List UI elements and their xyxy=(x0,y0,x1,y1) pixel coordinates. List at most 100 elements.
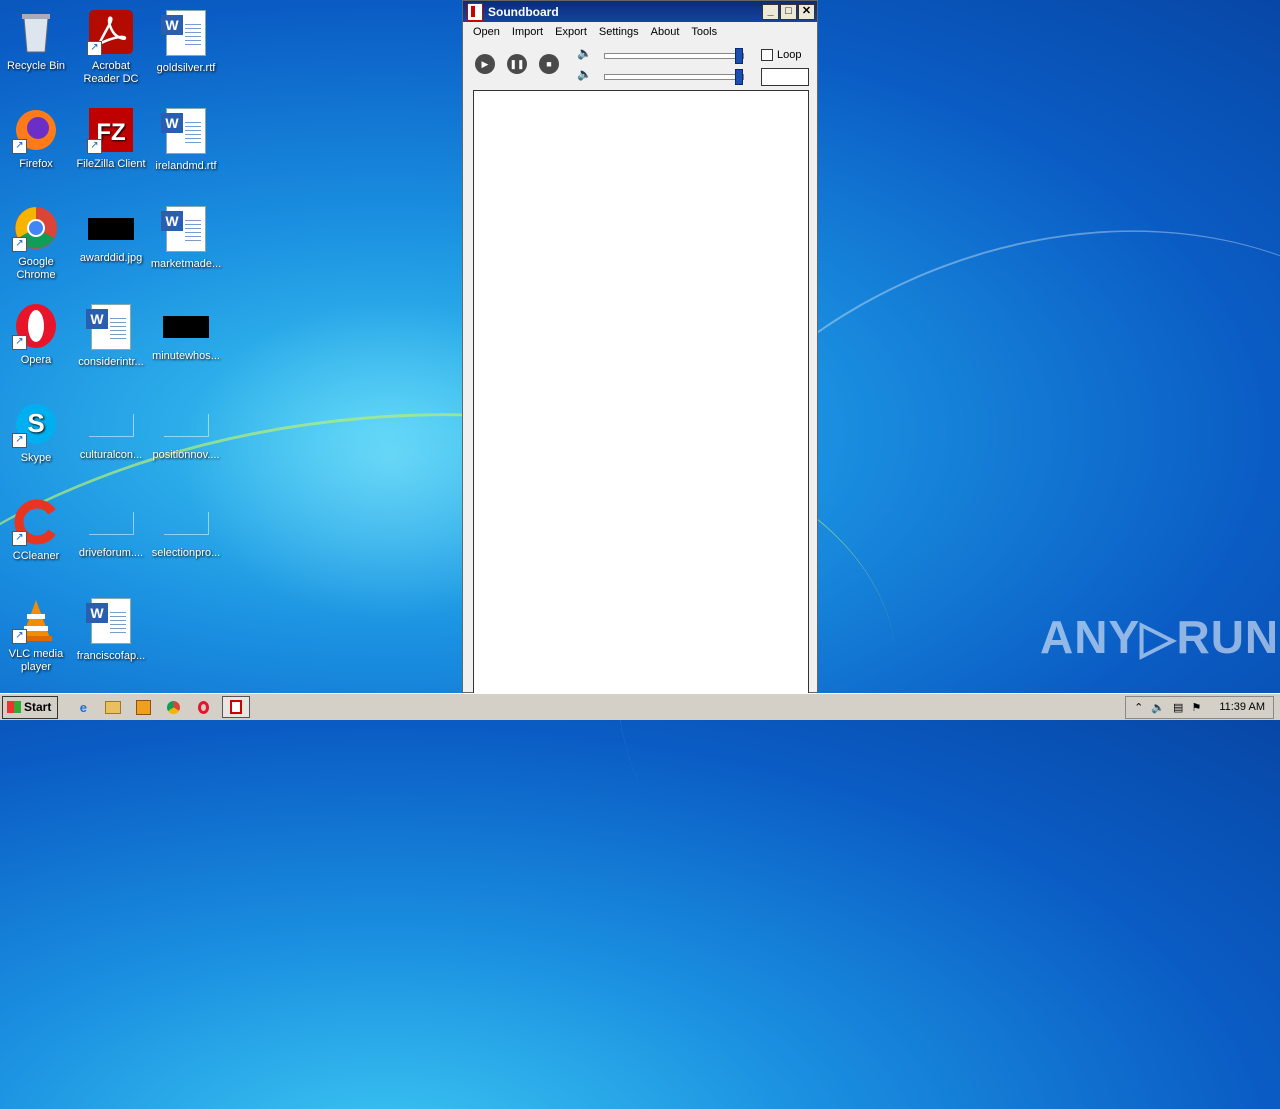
system-tray: ⌃ 🔈 ▤ ⚑ 11:39 AM xyxy=(1125,695,1274,719)
desktop-icon-positionnov[interactable]: positionnov.... xyxy=(148,400,224,462)
filezilla-icon: FZ ↗ xyxy=(87,106,135,154)
menu-settings[interactable]: Settings xyxy=(593,26,645,38)
vlc-cone-icon: ↗ xyxy=(12,596,60,644)
acrobat-icon: ↗ xyxy=(87,8,135,56)
shortcut-arrow-icon: ↗ xyxy=(12,139,27,154)
shortcut-arrow-icon: ↗ xyxy=(12,335,27,350)
word-document-icon: W xyxy=(86,304,135,352)
action-center-flag-icon[interactable]: ⚑ xyxy=(1191,701,1201,714)
desktop-icon-franciscofap[interactable]: W franciscofap... xyxy=(73,596,149,663)
chrome-taskbar-icon[interactable] xyxy=(162,697,184,717)
desktop-icon-filezilla[interactable]: FZ ↗ FileZilla Client xyxy=(73,106,149,171)
desktop-icon-label: awarddid.jpg xyxy=(79,252,143,264)
word-document-icon: W xyxy=(161,206,210,254)
desktop-icon-opera[interactable]: ↗ Opera xyxy=(0,302,74,367)
generic-file-icon xyxy=(163,414,209,437)
ccleaner-icon: ↗ xyxy=(12,498,60,546)
anyrun-watermark: ANY▷RUN xyxy=(1040,611,1280,663)
loop-toggle[interactable]: Loop xyxy=(761,49,801,61)
shortcut-arrow-icon: ↗ xyxy=(87,41,102,56)
desktop-icon-goldsilver[interactable]: W goldsilver.rtf xyxy=(148,8,224,75)
shortcut-arrow-icon: ↗ xyxy=(87,139,102,154)
volume-slider[interactable] xyxy=(604,48,744,64)
secondary-volume-slider-thumb[interactable] xyxy=(735,69,743,85)
play-button[interactable]: ▶ xyxy=(475,54,495,74)
desktop-icon-driveforum[interactable]: driveforum.... xyxy=(73,498,149,560)
desktop-icon-label: considerintr... xyxy=(78,356,144,368)
value-input-box[interactable] xyxy=(761,68,809,86)
desktop-icon-label: irelandmd.rtf xyxy=(155,160,217,172)
desktop-icon-chrome[interactable]: ↗ Google Chrome xyxy=(0,204,74,282)
recycle-bin-icon xyxy=(12,8,60,56)
pause-button[interactable]: ❚❚ xyxy=(507,54,527,74)
desktop-icon-label: culturalcon... xyxy=(79,449,143,461)
desktop-icon-culturalcon[interactable]: culturalcon... xyxy=(73,400,149,462)
menu-bar: Open Import Export Settings About Tools xyxy=(463,22,817,42)
desktop-icon-acrobat[interactable]: ↗ Acrobat Reader DC xyxy=(73,8,149,86)
word-document-icon: W xyxy=(161,10,210,58)
desktop-icon-considerintr[interactable]: W considerintr... xyxy=(73,302,149,369)
file-explorer-icon[interactable] xyxy=(102,697,124,717)
word-document-icon: W xyxy=(161,108,210,156)
shortcut-arrow-icon: ↗ xyxy=(12,629,27,644)
generic-file-icon xyxy=(163,512,209,535)
opera-taskbar-icon[interactable] xyxy=(192,697,214,717)
desktop-icon-label: marketmade... xyxy=(150,258,222,270)
desktop-icon-minutewhos[interactable]: minutewhos... xyxy=(148,302,224,363)
close-button[interactable]: ✕ xyxy=(798,3,815,20)
desktop-icon-irelandmd[interactable]: W irelandmd.rtf xyxy=(148,106,224,173)
desktop-icon-recycle-bin[interactable]: Recycle Bin xyxy=(0,8,74,73)
generic-file-icon xyxy=(88,414,134,437)
menu-import[interactable]: Import xyxy=(506,26,549,38)
desktop-icon-awarddid[interactable]: awarddid.jpg xyxy=(73,204,149,265)
skype-icon: S ↗ xyxy=(12,400,60,448)
sound-list-area[interactable] xyxy=(473,90,809,694)
volume-icon[interactable]: 🔈 xyxy=(1151,701,1165,714)
generic-file-icon xyxy=(88,512,134,535)
media-player-icon[interactable] xyxy=(132,697,154,717)
window-title: Soundboard xyxy=(488,4,559,19)
soundboard-window: Soundboard _ □ ✕ Open Import Export Sett… xyxy=(462,0,818,694)
desktop-icon-label: franciscofap... xyxy=(76,650,146,662)
image-file-icon xyxy=(163,316,209,338)
loop-checkbox[interactable] xyxy=(761,49,773,61)
maximize-button[interactable]: □ xyxy=(780,3,797,20)
desktop-icon-label: positionnov.... xyxy=(152,449,220,461)
desktop-icon-ccleaner[interactable]: ↗ CCleaner xyxy=(0,498,74,563)
desktop-icon-selectionpro[interactable]: selectionpro... xyxy=(148,498,224,560)
desktop-icon-label: selectionpro... xyxy=(151,547,221,559)
minimize-button[interactable]: _ xyxy=(762,3,779,20)
shortcut-arrow-icon: ↗ xyxy=(12,531,27,546)
start-label: Start xyxy=(24,700,52,714)
desktop-icon-skype[interactable]: S ↗ Skype xyxy=(0,400,74,465)
desktop-icon-label: goldsilver.rtf xyxy=(156,62,216,74)
soundboard-taskbar-button[interactable] xyxy=(222,696,251,718)
opera-icon: ↗ xyxy=(12,302,60,350)
internet-explorer-icon[interactable]: e xyxy=(72,697,94,717)
menu-tools[interactable]: Tools xyxy=(685,26,723,38)
clock[interactable]: 11:39 AM xyxy=(1219,701,1265,713)
loop-label: Loop xyxy=(777,49,802,61)
image-file-icon xyxy=(88,218,134,240)
desktop-icon-firefox[interactable]: ↗ Firefox xyxy=(0,106,74,171)
desktop-icon-label: minutewhos... xyxy=(152,350,220,362)
windows-logo-icon xyxy=(7,701,21,713)
title-bar[interactable]: Soundboard _ □ ✕ xyxy=(463,1,817,22)
word-document-icon: W xyxy=(86,598,135,646)
start-button[interactable]: Start xyxy=(2,695,59,719)
secondary-volume-slider[interactable] xyxy=(604,69,744,85)
menu-export[interactable]: Export xyxy=(549,26,593,38)
desktop-icon-label: Recycle Bin xyxy=(6,60,66,72)
network-icon[interactable]: ▤ xyxy=(1173,701,1183,714)
desktop-icon-marketmade[interactable]: W marketmade... xyxy=(148,204,224,271)
show-hidden-icons-icon[interactable]: ⌃ xyxy=(1134,701,1143,714)
desktop-icon-label: Firefox xyxy=(19,158,53,170)
menu-open[interactable]: Open xyxy=(467,26,506,38)
desktop-icon-vlc[interactable]: ↗ VLC media player xyxy=(0,596,74,674)
chrome-icon: ↗ xyxy=(12,204,60,252)
menu-about[interactable]: About xyxy=(645,26,686,38)
desktop-icon-label: Google Chrome xyxy=(16,256,56,281)
stop-button[interactable]: ■ xyxy=(539,54,559,74)
playback-controls: ▶ ❚❚ ■ 🔈 🔈 Loop xyxy=(463,42,817,88)
volume-slider-thumb[interactable] xyxy=(735,48,743,64)
